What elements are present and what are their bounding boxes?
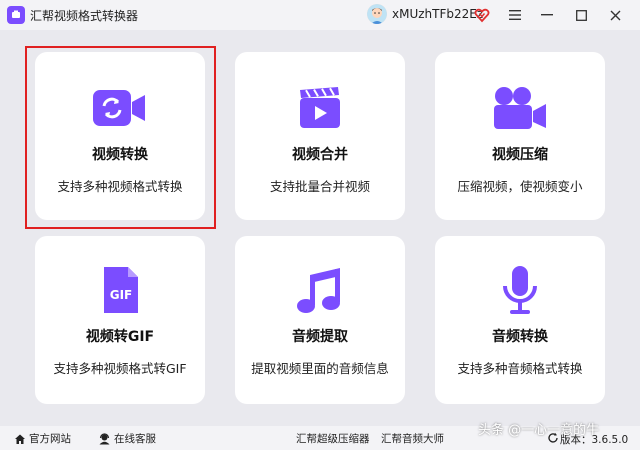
- card-description: 支持多种音频格式转换: [457, 361, 583, 376]
- card-title: 视频转换: [92, 147, 148, 163]
- app-logo-icon: [7, 6, 25, 24]
- card-audio-extract[interactable]: 音频提取 提取视频里面的音频信息: [235, 236, 405, 404]
- minimize-icon[interactable]: [538, 6, 556, 24]
- compressor-label: 汇帮超级压缩器: [296, 433, 370, 445]
- microphone-icon: [490, 266, 550, 314]
- username[interactable]: xMUzhTFb22Ez: [392, 7, 483, 21]
- card-description: 提取视频里面的音频信息: [251, 361, 389, 376]
- menu-icon[interactable]: [506, 6, 524, 24]
- app-title: 汇帮视频格式转换器: [30, 9, 139, 23]
- home-icon: [15, 434, 25, 444]
- online-support-link[interactable]: 在线客服: [98, 431, 156, 446]
- card-description: 支持多种视频格式转换: [57, 179, 183, 194]
- support-agent-icon: [99, 432, 110, 444]
- card-video-convert[interactable]: 视频转换 支持多种视频格式转换: [35, 52, 205, 220]
- music-note-icon: [290, 266, 350, 314]
- vip-heart-icon[interactable]: [474, 7, 490, 23]
- card-video-compress[interactable]: 视频压缩 压缩视频，使视频变小: [435, 52, 605, 220]
- close-icon[interactable]: [606, 6, 624, 24]
- svg-text:GIF: GIF: [110, 288, 133, 302]
- official-website-link[interactable]: 官方网站: [14, 431, 71, 446]
- card-title: 音频提取: [292, 329, 348, 345]
- watermark-text: 头条 @一心一意的牛: [478, 423, 600, 438]
- online-support-label: 在线客服: [114, 433, 156, 445]
- card-audio-convert[interactable]: 音频转换 支持多种音频格式转换: [435, 236, 605, 404]
- official-website-label: 官方网站: [29, 433, 71, 445]
- video-convert-icon: [90, 84, 150, 132]
- card-video-merge[interactable]: 视频合并 支持批量合并视频: [235, 52, 405, 220]
- audio-master-link[interactable]: 汇帮音频大师: [381, 431, 444, 446]
- card-title: 音频转换: [492, 329, 548, 345]
- compressor-link[interactable]: 汇帮超级压缩器: [296, 431, 370, 446]
- card-description: 支持多种视频格式转GIF: [53, 361, 187, 376]
- card-description: 压缩视频，使视频变小: [457, 179, 583, 194]
- card-title: 视频转GIF: [85, 329, 155, 345]
- user-avatar[interactable]: [367, 4, 387, 24]
- card-description: 支持批量合并视频: [269, 179, 370, 194]
- video-merge-icon: [290, 84, 350, 132]
- maximize-icon[interactable]: [572, 6, 590, 24]
- card-title: 视频合并: [292, 147, 348, 163]
- audio-master-label: 汇帮音频大师: [381, 433, 444, 445]
- card-video-to-gif[interactable]: GIF 视频转GIF 支持多种视频格式转GIF: [35, 236, 205, 404]
- card-title: 视频压缩: [492, 147, 548, 163]
- video-compress-icon: [490, 84, 550, 132]
- title-bar: 汇帮视频格式转换器 xMUzhTFb22Ez: [0, 0, 640, 30]
- gif-icon: GIF: [90, 266, 150, 314]
